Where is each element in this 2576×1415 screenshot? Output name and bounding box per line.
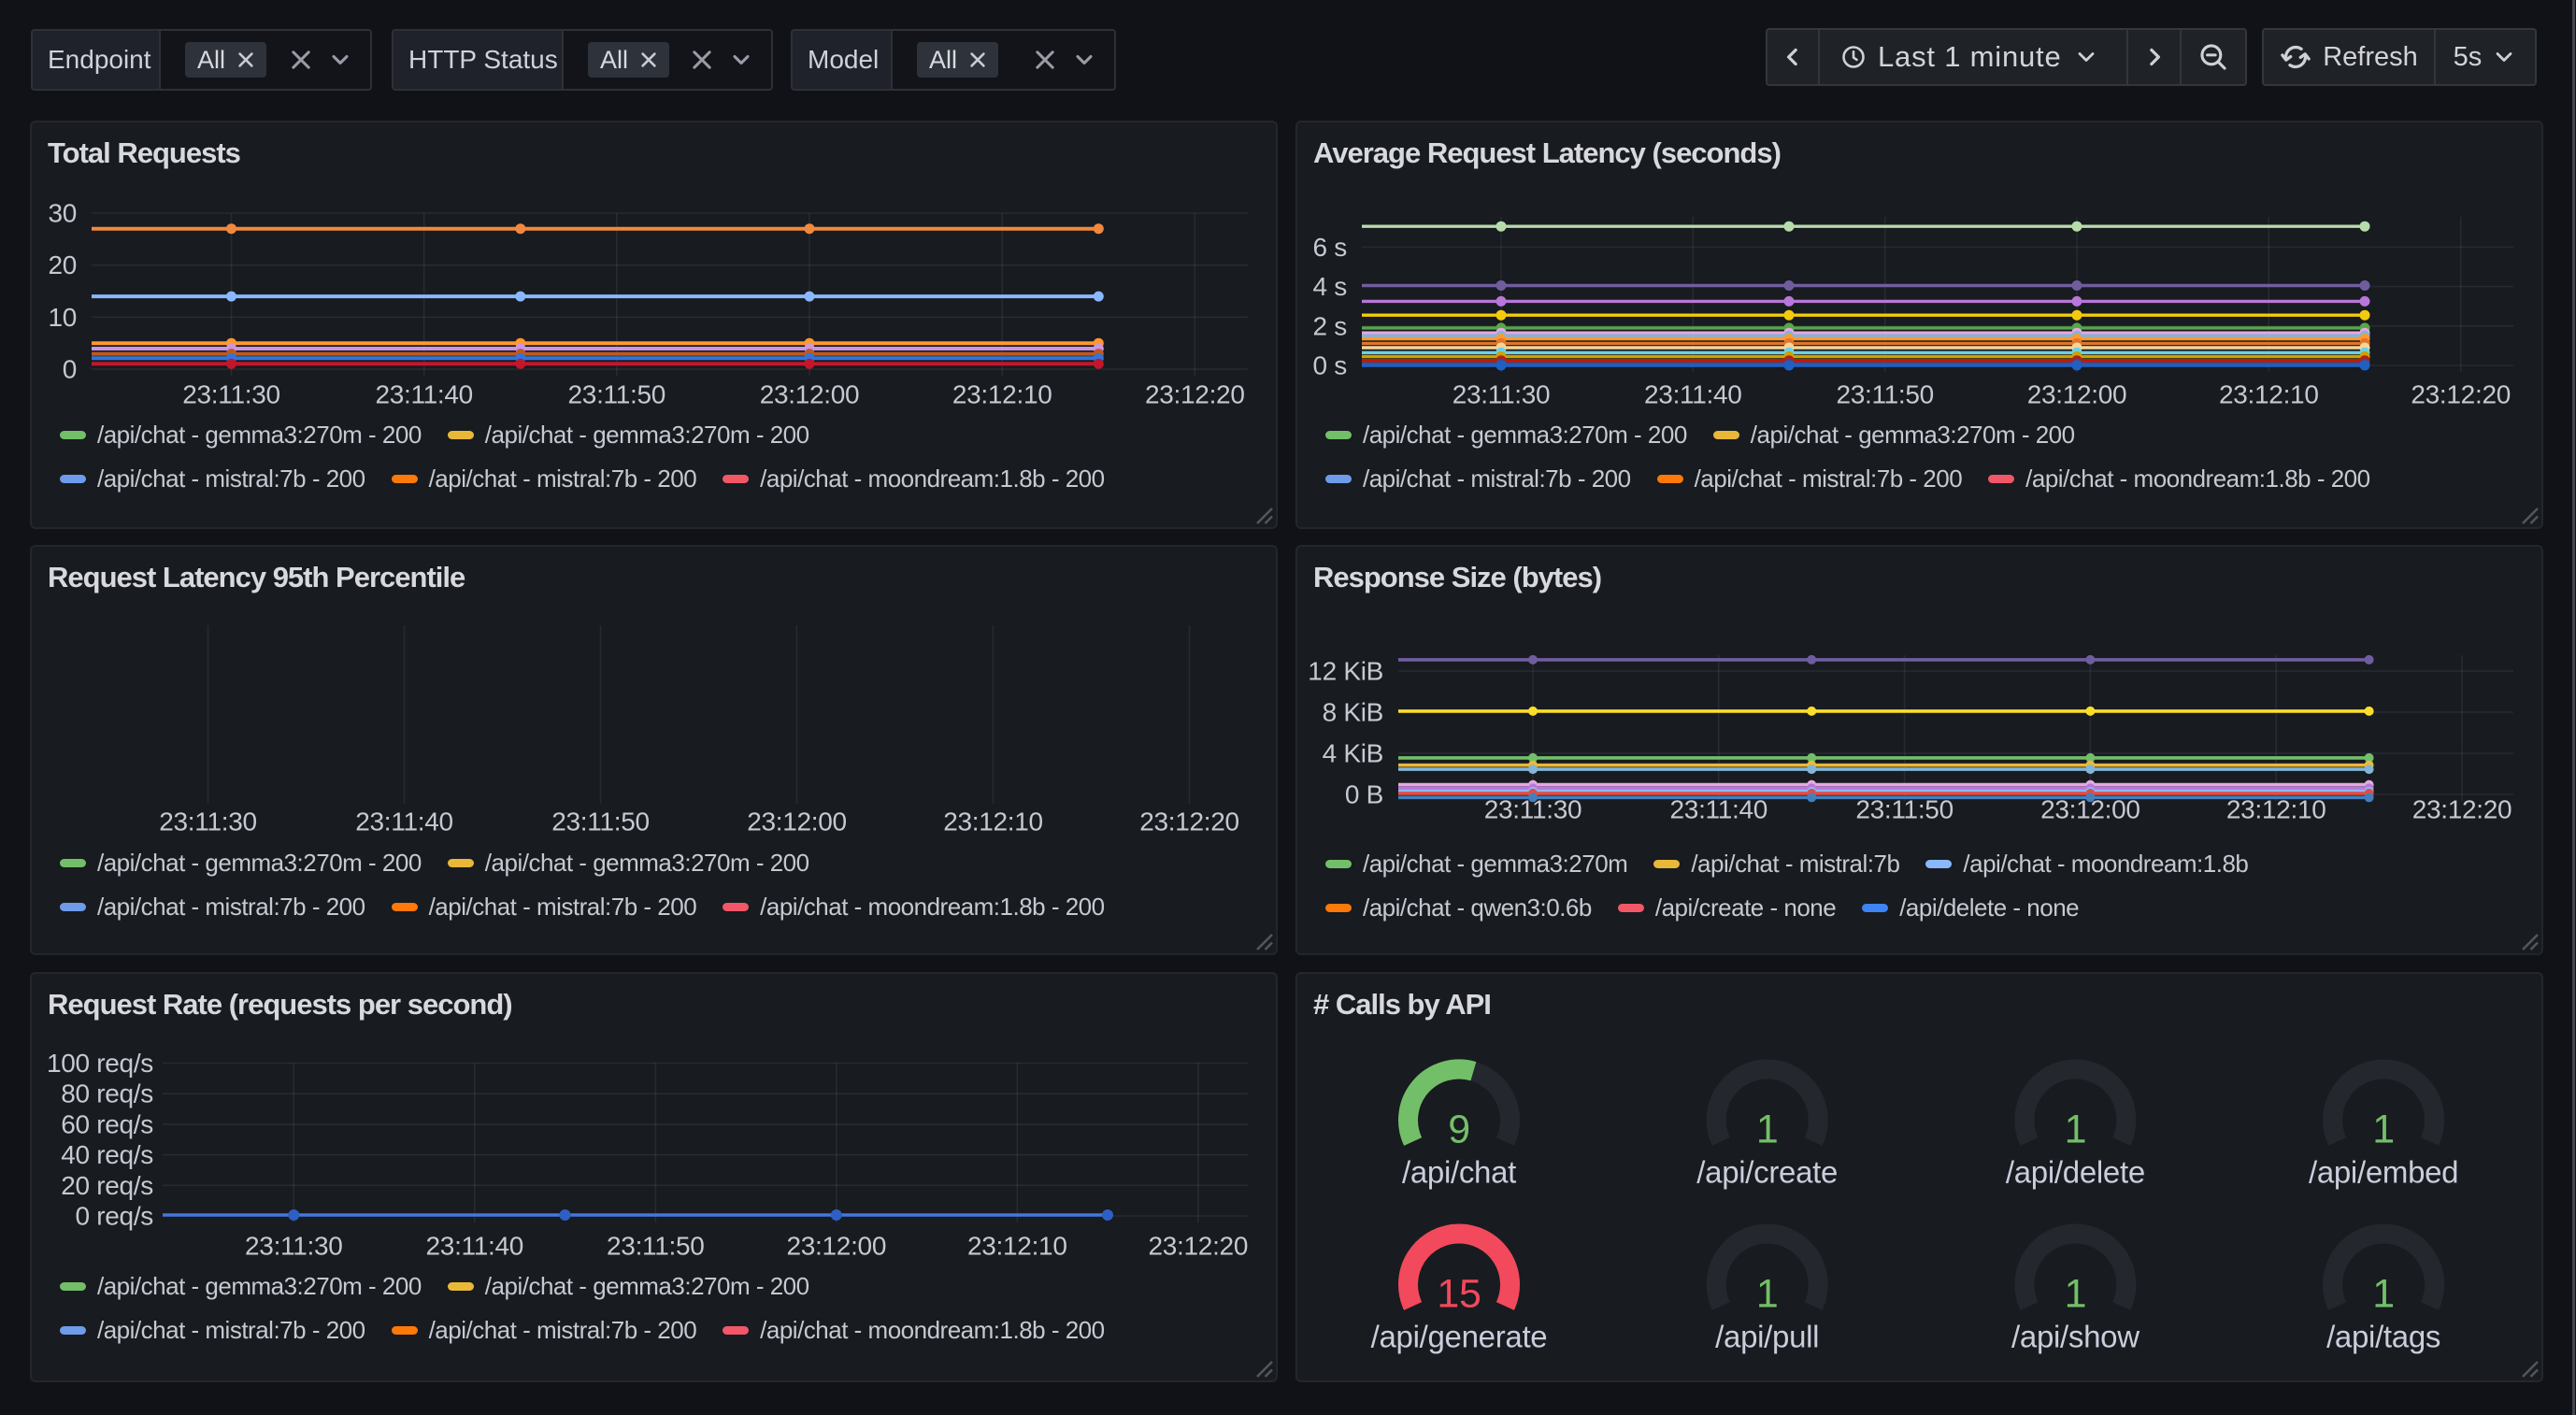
svg-text:23:12:20: 23:12:20 bbox=[1149, 1232, 1249, 1261]
svg-text:23:12:00: 23:12:00 bbox=[747, 808, 847, 836]
svg-text:23:11:40: 23:11:40 bbox=[1670, 795, 1768, 824]
svg-text:23:11:50: 23:11:50 bbox=[568, 380, 666, 409]
svg-text:/api/delete: /api/delete bbox=[2006, 1155, 2145, 1190]
svg-text:23:11:40: 23:11:40 bbox=[426, 1232, 524, 1261]
svg-text:0 s: 0 s bbox=[1313, 351, 1347, 380]
svg-text:60 req/s: 60 req/s bbox=[61, 1109, 153, 1138]
svg-text:30: 30 bbox=[48, 199, 77, 228]
svg-text:20: 20 bbox=[48, 250, 77, 279]
svg-text:40 req/s: 40 req/s bbox=[61, 1140, 153, 1169]
svg-text:2 s: 2 s bbox=[1313, 311, 1347, 340]
svg-text:23:12:20: 23:12:20 bbox=[1145, 380, 1245, 409]
svg-text:23:11:40: 23:11:40 bbox=[1644, 380, 1742, 409]
svg-text:1: 1 bbox=[1756, 1108, 1779, 1152]
svg-text:23:11:50: 23:11:50 bbox=[607, 1232, 705, 1261]
svg-text:23:11:40: 23:11:40 bbox=[375, 380, 473, 409]
svg-text:23:11:50: 23:11:50 bbox=[1836, 380, 1934, 409]
svg-text:/api/pull: /api/pull bbox=[1715, 1320, 1819, 1354]
svg-text:23:12:10: 23:12:10 bbox=[952, 380, 1052, 409]
svg-text:23:12:20: 23:12:20 bbox=[2411, 380, 2511, 409]
svg-text:1: 1 bbox=[2065, 1272, 2087, 1317]
svg-text:1: 1 bbox=[2372, 1272, 2395, 1317]
svg-text:4 s: 4 s bbox=[1313, 272, 1347, 301]
svg-text:23:11:50: 23:11:50 bbox=[551, 808, 650, 836]
svg-text:23:11:50: 23:11:50 bbox=[1855, 795, 1953, 824]
svg-text:/api/tags: /api/tags bbox=[2326, 1320, 2440, 1354]
svg-text:23:11:30: 23:11:30 bbox=[1453, 380, 1551, 409]
svg-text:4 KiB: 4 KiB bbox=[1323, 739, 1383, 768]
svg-text:12 KiB: 12 KiB bbox=[1308, 657, 1383, 686]
svg-text:100 req/s: 100 req/s bbox=[47, 1049, 153, 1078]
svg-text:23:11:30: 23:11:30 bbox=[159, 808, 257, 836]
svg-text:23:12:10: 23:12:10 bbox=[2219, 380, 2319, 409]
svg-text:0: 0 bbox=[63, 355, 77, 384]
svg-text:1: 1 bbox=[2372, 1108, 2395, 1152]
svg-text:80 req/s: 80 req/s bbox=[61, 1079, 153, 1108]
svg-text:23:12:00: 23:12:00 bbox=[760, 380, 860, 409]
svg-text:23:12:10: 23:12:10 bbox=[943, 808, 1043, 836]
svg-text:0 B: 0 B bbox=[1345, 780, 1383, 809]
svg-text:/api/chat: /api/chat bbox=[1402, 1155, 1516, 1190]
svg-text:23:12:20: 23:12:20 bbox=[2412, 795, 2512, 824]
svg-text:23:11:40: 23:11:40 bbox=[355, 808, 453, 836]
svg-text:1: 1 bbox=[2065, 1108, 2087, 1152]
svg-text:23:11:30: 23:11:30 bbox=[245, 1232, 343, 1261]
svg-text:15: 15 bbox=[1437, 1272, 1481, 1317]
svg-text:9: 9 bbox=[1448, 1108, 1470, 1152]
svg-text:23:12:00: 23:12:00 bbox=[787, 1232, 887, 1261]
svg-text:/api/show: /api/show bbox=[2011, 1320, 2140, 1354]
svg-text:/api/embed: /api/embed bbox=[2309, 1155, 2458, 1190]
svg-text:23:12:00: 23:12:00 bbox=[2027, 380, 2127, 409]
svg-text:/api/generate: /api/generate bbox=[1371, 1320, 1548, 1354]
svg-text:23:12:10: 23:12:10 bbox=[2226, 795, 2326, 824]
svg-text:0 req/s: 0 req/s bbox=[76, 1202, 154, 1231]
svg-text:23:12:10: 23:12:10 bbox=[967, 1232, 1067, 1261]
svg-text:6 s: 6 s bbox=[1313, 233, 1347, 262]
svg-text:10: 10 bbox=[48, 303, 77, 332]
svg-text:23:11:30: 23:11:30 bbox=[182, 380, 280, 409]
svg-text:1: 1 bbox=[1756, 1272, 1779, 1317]
svg-text:/api/create: /api/create bbox=[1696, 1155, 1838, 1190]
svg-text:20 req/s: 20 req/s bbox=[61, 1171, 153, 1200]
svg-text:23:12:20: 23:12:20 bbox=[1139, 808, 1239, 836]
svg-text:8 KiB: 8 KiB bbox=[1323, 698, 1383, 727]
